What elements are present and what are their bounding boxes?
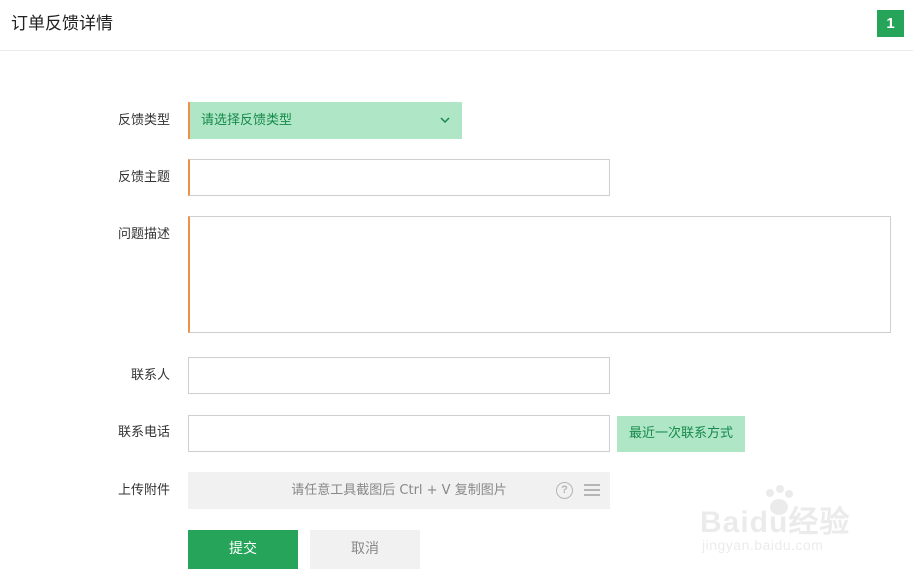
attachment-label: 上传附件 [117,483,170,498]
page-title: 订单反馈详情 [11,14,113,34]
help-icon[interactable]: ? [556,482,573,499]
chevron-down-icon [440,117,450,124]
feedback-type-select[interactable]: 请选择反馈类型 [188,102,462,139]
subject-input[interactable] [188,159,610,196]
recent-contact-button[interactable]: 最近一次联系方式 [617,416,745,452]
menu-icon[interactable] [584,484,600,496]
type-label: 反馈类型 [117,113,170,128]
watermark-url: jingyan.baidu.com [702,537,824,553]
page-header: 订单反馈详情 1 [0,0,913,51]
phone-input[interactable] [188,415,610,452]
contact-label: 联系人 [130,368,170,383]
cancel-button[interactable]: 取消 [310,530,420,569]
description-label: 问题描述 [117,227,170,242]
feedback-type-value: 请选择反馈类型 [201,113,293,128]
step-badge: 1 [877,10,904,37]
submit-button[interactable]: 提交 [188,530,298,569]
description-textarea[interactable] [188,216,891,333]
watermark-brand: Baidu经验 [700,506,851,539]
attachment-hint: 请任意工具截图后 Ctrl + V 复制图片 [291,483,507,498]
attachment-paste-area[interactable]: 请任意工具截图后 Ctrl + V 复制图片 ? [188,472,610,509]
phone-label: 联系电话 [117,425,170,440]
subject-label: 反馈主题 [117,170,170,185]
baidu-watermark: Baidu经验 jingyan.baidu.com [700,483,900,573]
contact-input[interactable] [188,357,610,394]
